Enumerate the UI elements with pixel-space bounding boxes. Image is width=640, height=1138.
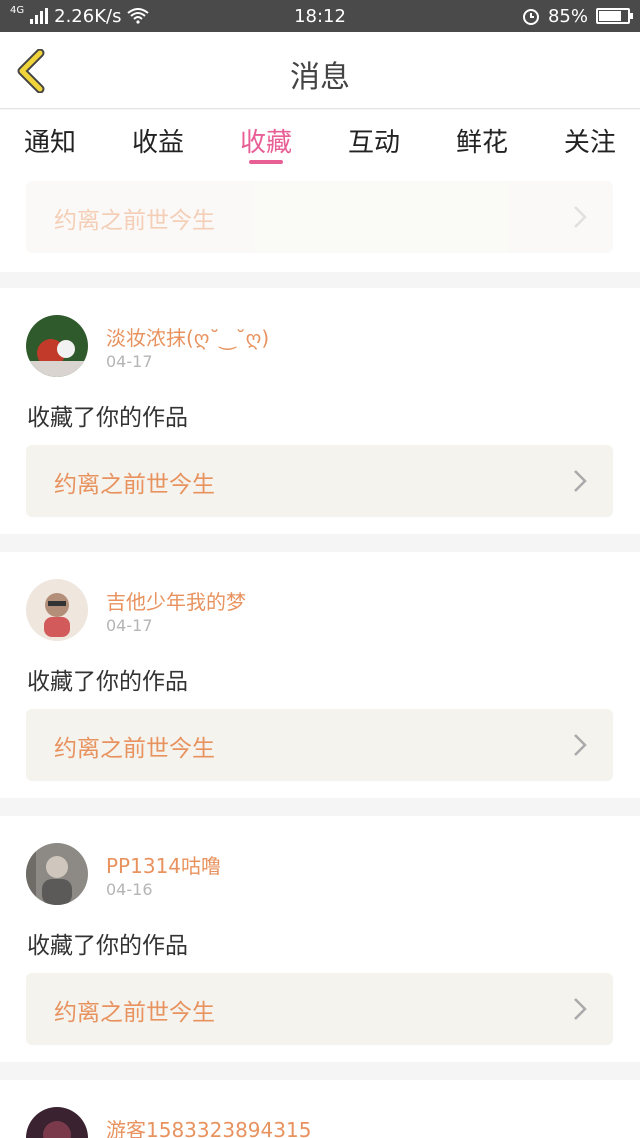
avatar-image [26,1107,88,1138]
work-link[interactable]: 约离之前世今生 [26,709,613,781]
tab-label: 互动 [347,128,400,158]
network-type: 4G [10,5,25,16]
battery-fill [599,11,621,21]
message-feed[interactable]: 约离之前世今生 淡妆浓抹(ღ˘‿˘ღ) 04-17 收藏了你的作品 约离之前世今… [0,172,640,1138]
avatar[interactable] [26,843,88,905]
work-title: 约离之前世今生 [54,208,215,234]
username[interactable]: 淡妆浓抹(ღ˘‿˘ღ) [106,322,269,351]
username[interactable]: PP1314咕噜 [106,850,221,879]
list-item: 淡妆浓抹(ღ˘‿˘ღ) 04-17 收藏了你的作品 约离之前世今生 [0,288,640,534]
avatar[interactable] [26,579,88,641]
tab-active-indicator [248,160,283,164]
avatar-image [26,843,88,905]
action-text: 收藏了你的作品 [27,933,188,959]
action-text: 收藏了你的作品 [27,405,188,431]
list-item: 吉他少年我的梦 04-17 收藏了你的作品 约离之前世今生 [0,552,640,798]
tab-label: 鲜花 [455,128,508,158]
tab-label: 收藏 [239,128,292,158]
work-title: 约离之前世今生 [54,1000,215,1026]
username[interactable]: 游客1583323894315 [106,1114,311,1138]
tab-follow[interactable]: 关注 [564,110,616,172]
battery-icon [596,8,633,24]
status-left: 4G 2.26K/s [10,5,150,27]
work-link[interactable]: 约离之前世今生 [26,445,613,517]
chevron-right-icon [574,998,587,1020]
avatar-image [26,315,88,377]
action-text: 收藏了你的作品 [27,669,188,695]
tab-label: 关注 [563,128,616,158]
avatar[interactable] [26,315,88,377]
app-header: 消息 [0,32,640,109]
list-item: PP1314咕噜 04-16 收藏了你的作品 约离之前世今生 [0,816,640,1062]
work-title: 约离之前世今生 [54,472,215,498]
list-item: 约离之前世今生 [0,172,640,272]
timestamp: 04-16 [106,880,153,899]
tab-earnings[interactable]: 收益 [132,110,184,172]
tab-interaction[interactable]: 互动 [348,110,400,172]
signal-icon [30,8,49,24]
chevron-right-icon [574,734,587,756]
page-title: 消息 [290,60,350,95]
tab-favorites[interactable]: 收藏 [240,110,292,172]
avatar[interactable] [26,1107,88,1138]
avatar-image [26,579,88,641]
tab-label: 收益 [131,128,184,158]
timestamp: 04-17 [106,352,153,371]
network-speed: 2.26K/s [54,5,122,27]
chevron-right-icon [574,206,587,228]
tab-flowers[interactable]: 鲜花 [456,110,508,172]
timestamp: 04-17 [106,616,153,635]
tab-label: 通知 [24,128,77,158]
work-link[interactable]: 约离之前世今生 [26,973,613,1045]
tab-bar: 通知 收益 收藏 互动 鲜花 关注 [0,110,640,172]
chevron-right-icon [574,470,587,492]
username[interactable]: 吉他少年我的梦 [106,586,246,615]
status-right: 85% [522,5,633,27]
alarm-icon [522,9,539,25]
status-bar: 4G 2.26K/s 18:12 85% [0,0,640,32]
work-link[interactable]: 约离之前世今生 [26,181,613,253]
work-title: 约离之前世今生 [54,736,215,762]
list-item: 游客1583323894315 [0,1080,640,1138]
battery-percent: 85% [547,5,588,27]
tab-notify[interactable]: 通知 [24,110,76,172]
wifi-icon [127,8,150,24]
